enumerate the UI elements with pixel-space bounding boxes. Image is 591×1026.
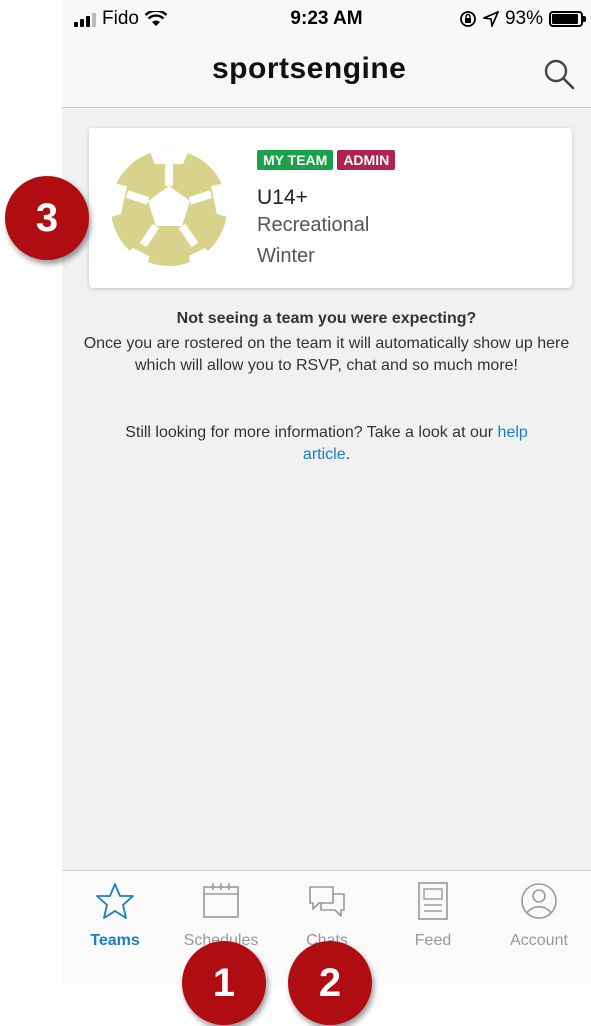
help-text: Still looking for more information? Take…: [102, 422, 551, 466]
tab-schedules[interactable]: Schedules: [168, 881, 274, 950]
feed-icon: [418, 882, 448, 920]
tab-chats[interactable]: Chats: [274, 881, 380, 950]
missing-team-body: Once you are rostered on the team it wil…: [83, 335, 570, 374]
help-text-suffix: .: [345, 446, 351, 463]
callout-3: 3: [5, 176, 89, 260]
phone-screen: Fido 9:23 AM 93% sportsengine MY TEAM AD…: [62, 0, 591, 985]
missing-team-title: Not seeing a team you were expecting?: [176, 310, 477, 327]
soccer-ball-icon: [111, 150, 227, 266]
status-bar: Fido 9:23 AM 93%: [62, 0, 591, 40]
orientation-lock-icon: [460, 11, 476, 27]
location-icon: [482, 11, 499, 27]
tab-teams-label: Teams: [90, 932, 140, 949]
app-header: sportsengine: [62, 40, 591, 108]
search-icon[interactable]: [541, 56, 577, 92]
battery-icon: [549, 11, 586, 27]
chat-icon: [309, 886, 345, 917]
team-badges: MY TEAM ADMIN: [257, 150, 396, 170]
logo-text: sportsengine: [212, 52, 407, 85]
account-icon: [521, 883, 557, 919]
star-icon: [96, 883, 134, 919]
callout-1: 1: [182, 941, 266, 1025]
team-program: Recreational: [257, 214, 370, 236]
team-season: Winter: [257, 245, 315, 267]
tab-account-label: Account: [510, 932, 568, 949]
my-team-badge: MY TEAM: [257, 150, 334, 170]
team-card[interactable]: MY TEAM ADMIN U14+ Recreational Winter: [89, 128, 572, 288]
team-name: U14+: [257, 186, 308, 209]
admin-badge: ADMIN: [337, 150, 396, 170]
tab-teams[interactable]: Teams: [62, 881, 168, 950]
battery-label: 93%: [504, 8, 543, 29]
callout-2: 2: [288, 941, 372, 1025]
tab-feed[interactable]: Feed: [380, 881, 486, 950]
tab-account[interactable]: Account: [486, 881, 591, 950]
calendar-icon: [203, 883, 239, 918]
sportsengine-logo: sportsengine: [212, 52, 406, 86]
status-right: 93%: [459, 8, 586, 30]
tab-feed-label: Feed: [414, 932, 452, 949]
help-text-prefix: Still looking for more information? Take…: [125, 424, 498, 441]
